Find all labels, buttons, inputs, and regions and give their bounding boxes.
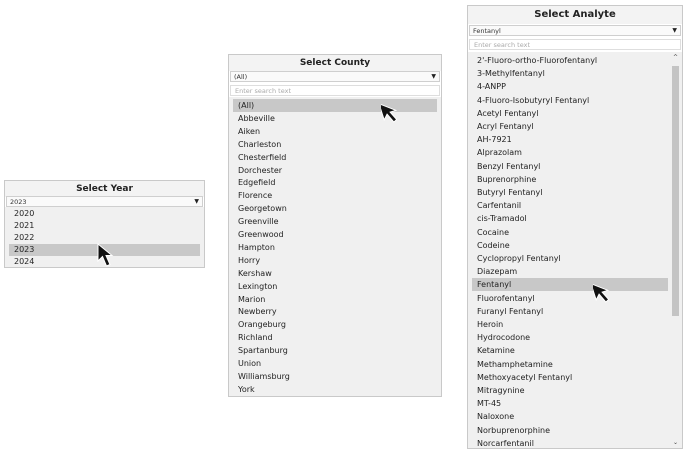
- year-option[interactable]: 2021: [9, 220, 200, 232]
- county-option-selected[interactable]: (All): [233, 99, 437, 112]
- analyte-search-input[interactable]: Enter search text: [469, 39, 681, 50]
- analyte-option[interactable]: Methoxyacetyl Fentanyl: [472, 371, 668, 384]
- scroll-down-arrow-icon[interactable]: ⌄: [672, 439, 679, 446]
- scroll-up-arrow-icon[interactable]: ^: [672, 54, 679, 61]
- analyte-option[interactable]: Cyclopropyl Fentanyl: [472, 252, 668, 265]
- analyte-dropdown-value: Fentanyl: [473, 27, 501, 35]
- analyte-option[interactable]: Ketamine: [472, 344, 668, 357]
- county-option[interactable]: Orangeburg: [233, 318, 437, 331]
- county-option[interactable]: Edgefield: [233, 176, 437, 189]
- year-dropdown[interactable]: 2023 ▼: [6, 196, 203, 207]
- analyte-option[interactable]: 3-Methylfentanyl: [472, 67, 668, 80]
- county-option[interactable]: Florence: [233, 189, 437, 202]
- analyte-option[interactable]: Buprenorphine: [472, 173, 668, 186]
- county-option[interactable]: Chesterfield: [233, 151, 437, 164]
- analyte-option[interactable]: Fluorofentanyl: [472, 292, 668, 305]
- county-option[interactable]: Aiken: [233, 125, 437, 138]
- analyte-option[interactable]: Carfentanil: [472, 199, 668, 212]
- analyte-option[interactable]: Diazepam: [472, 265, 668, 278]
- county-dropdown[interactable]: (All) ▼: [230, 71, 440, 82]
- analyte-option[interactable]: AH-7921: [472, 133, 668, 146]
- year-option[interactable]: 2020: [9, 208, 200, 220]
- county-option[interactable]: Charleston: [233, 138, 437, 151]
- analyte-option[interactable]: Naloxone: [472, 410, 668, 423]
- analyte-option[interactable]: cis-Tramadol: [472, 212, 668, 225]
- county-search-input[interactable]: Enter search text: [230, 85, 440, 96]
- county-option[interactable]: Horry: [233, 254, 437, 267]
- analyte-option[interactable]: 4-Fluoro-Isobutyryl Fentanyl: [472, 94, 668, 107]
- year-dropdown-value: 2023: [10, 198, 27, 206]
- analyte-option[interactable]: MT-45: [472, 397, 668, 410]
- analyte-option[interactable]: Norcarfentanil: [472, 437, 668, 448]
- mouse-pointer-icon: [97, 243, 114, 267]
- analyte-options-list: Norcarfentanil Norbuprenorphine Naloxone MT…: [468, 52, 682, 448]
- mouse-pointer-icon: [593, 282, 610, 303]
- analyte-option[interactable]: Benzyl Fentanyl: [472, 160, 668, 173]
- county-option[interactable]: Kershaw: [233, 267, 437, 280]
- county-options-list: (All) Abbeville Aiken Charleston Chesterfiel…: [229, 97, 441, 396]
- county-filter-panel: Select County (All) ▼ Enter search text …: [228, 54, 442, 397]
- county-filter-title: Select County: [229, 55, 441, 71]
- analyte-filter-panel: Select Analyte Fentanyl ▼ Enter search t…: [467, 5, 683, 449]
- county-option[interactable]: Newberry: [233, 305, 437, 318]
- county-option[interactable]: Georgetown: [233, 202, 437, 215]
- analyte-option[interactable]: Butyryl Fentanyl: [472, 186, 668, 199]
- county-option[interactable]: Greenwood: [233, 228, 437, 241]
- analyte-option[interactable]: Alprazolam: [472, 146, 668, 159]
- analyte-option[interactable]: Mitragynine: [472, 384, 668, 397]
- county-option[interactable]: Dorchester: [233, 164, 437, 177]
- mouse-pointer-icon: [381, 102, 398, 123]
- analyte-option[interactable]: Norbuprenorphine: [472, 424, 668, 437]
- analyte-option[interactable]: Methamphetamine: [472, 358, 668, 371]
- analyte-option[interactable]: 4-ANPP: [472, 80, 668, 93]
- analyte-option[interactable]: Hydrocodone: [472, 331, 668, 344]
- analyte-option[interactable]: Acryl Fentanyl: [472, 120, 668, 133]
- county-option[interactable]: Union: [233, 357, 437, 370]
- county-option[interactable]: Richland: [233, 331, 437, 344]
- county-option[interactable]: Lexington: [233, 280, 437, 293]
- county-option[interactable]: Spartanburg: [233, 344, 437, 357]
- analyte-option[interactable]: Heroin: [472, 318, 668, 331]
- analyte-option[interactable]: Cocaine: [472, 226, 668, 239]
- county-option[interactable]: Hampton: [233, 241, 437, 254]
- county-option[interactable]: Williamsburg: [233, 370, 437, 383]
- county-option[interactable]: York: [233, 383, 437, 396]
- analyte-scrollbar-thumb[interactable]: [672, 66, 679, 316]
- analyte-dropdown[interactable]: Fentanyl ▼: [469, 25, 681, 36]
- analyte-option[interactable]: 2'-Fluoro-ortho-Fluorofentanyl: [472, 54, 668, 67]
- analyte-option-selected[interactable]: Fentanyl: [472, 278, 668, 292]
- county-option[interactable]: Abbeville: [233, 112, 437, 125]
- caret-down-icon[interactable]: ▼: [672, 26, 677, 36]
- year-filter-title: Select Year: [5, 181, 204, 197]
- caret-down-icon[interactable]: ▼: [431, 72, 436, 82]
- county-option[interactable]: Greenville: [233, 215, 437, 228]
- caret-down-icon[interactable]: ▼: [194, 197, 199, 207]
- analyte-option[interactable]: Codeine: [472, 239, 668, 252]
- county-option[interactable]: Marion: [233, 293, 437, 306]
- county-dropdown-value: (All): [234, 73, 248, 81]
- analyte-filter-title: Select Analyte: [468, 6, 682, 24]
- analyte-option[interactable]: Furanyl Fentanyl: [472, 305, 668, 318]
- analyte-option[interactable]: Acetyl Fentanyl: [472, 107, 668, 120]
